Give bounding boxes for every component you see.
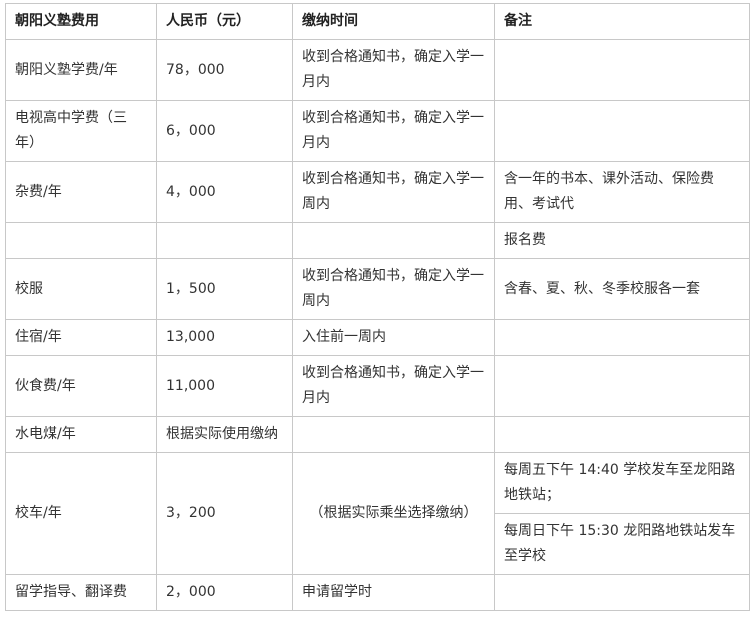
cell-payment-time — [292, 416, 495, 453]
header-cell-item: 朝阳义塾费用 — [5, 3, 157, 40]
fee-table: 朝阳义塾费用 人民币（元） 缴纳时间 备注 朝阳义塾学费/年 78，000 收到… — [5, 3, 750, 611]
cell-amount: 11,000 — [156, 355, 293, 417]
cell-item: 住宿/年 — [5, 319, 157, 356]
header-cell-notes: 备注 — [494, 3, 750, 40]
cell-item: 校服 — [5, 258, 157, 320]
cell-amount: 4，000 — [156, 161, 293, 223]
cell-notes — [494, 416, 750, 453]
cell-item: 留学指导、翻译费 — [5, 574, 157, 611]
cell-amount — [156, 222, 293, 259]
cell-item: 水电煤/年 — [5, 416, 157, 453]
cell-payment-time: 收到合格通知书，确定入学一月内 — [292, 100, 495, 162]
cell-amount: 1，500 — [156, 258, 293, 320]
cell-notes: 含春、夏、秋、冬季校服各一套 — [494, 258, 750, 320]
cell-item: 校车/年 — [5, 452, 157, 575]
cell-payment-time: 申请留学时 — [292, 574, 495, 611]
cell-notes — [494, 319, 750, 356]
table-row: 伙食费/年 11,000 收到合格通知书，确定入学一月内 — [5, 355, 750, 417]
table-row: 校服 1，500 收到合格通知书，确定入学一周内 含春、夏、秋、冬季校服各一套 — [5, 258, 750, 320]
cell-notes: 每周日下午 15:30 龙阳路地铁站发车至学校 — [494, 513, 750, 575]
table-row: 报名费 — [5, 222, 750, 259]
cell-notes: 含一年的书本、课外活动、保险费用、考试代 — [494, 161, 750, 223]
header-cell-payment-time: 缴纳时间 — [292, 3, 495, 40]
cell-item — [5, 222, 157, 259]
cell-notes — [494, 100, 750, 162]
cell-amount: 3，200 — [156, 452, 293, 575]
cell-amount: 6，000 — [156, 100, 293, 162]
table-row: 留学指导、翻译费 2，000 申请留学时 — [5, 574, 750, 611]
cell-amount: 根据实际使用缴纳 — [156, 416, 293, 453]
cell-payment-time: 入住前一周内 — [292, 319, 495, 356]
table-row: 水电煤/年 根据实际使用缴纳 — [5, 416, 750, 453]
header-row: 朝阳义塾费用 人民币（元） 缴纳时间 备注 — [5, 3, 750, 40]
cell-notes — [494, 574, 750, 611]
cell-notes: 每周五下午 14:40 学校发车至龙阳路地铁站； — [494, 452, 750, 514]
cell-payment-time: 收到合格通知书，确定入学一月内 — [292, 39, 495, 101]
table-row: 朝阳义塾学费/年 78，000 收到合格通知书，确定入学一月内 — [5, 39, 750, 101]
cell-item: 杂费/年 — [5, 161, 157, 223]
cell-item: 电视高中学费（三年） — [5, 100, 157, 162]
table-row: 住宿/年 13,000 入住前一周内 — [5, 319, 750, 356]
cell-amount: 13,000 — [156, 319, 293, 356]
table-row: 电视高中学费（三年） 6，000 收到合格通知书，确定入学一月内 — [5, 100, 750, 162]
header-cell-rmb: 人民币（元） — [156, 3, 293, 40]
cell-notes: 报名费 — [494, 222, 750, 259]
table-row: 校车/年 3，200 （根据实际乘坐选择缴纳） 每周五下午 14:40 学校发车… — [5, 452, 750, 575]
cell-item: 朝阳义塾学费/年 — [5, 39, 157, 101]
cell-amount: 2，000 — [156, 574, 293, 611]
cell-payment-time: 收到合格通知书，确定入学一月内 — [292, 355, 495, 417]
cell-payment-time: 收到合格通知书，确定入学一周内 — [292, 161, 495, 223]
cell-notes — [494, 39, 750, 101]
cell-item: 伙食费/年 — [5, 355, 157, 417]
cell-payment-time: （根据实际乘坐选择缴纳） — [292, 452, 495, 575]
cell-payment-time — [292, 222, 495, 259]
cell-notes — [494, 355, 750, 417]
cell-payment-time: 收到合格通知书，确定入学一周内 — [292, 258, 495, 320]
table-row: 杂费/年 4，000 收到合格通知书，确定入学一周内 含一年的书本、课外活动、保… — [5, 161, 750, 223]
cell-amount: 78，000 — [156, 39, 293, 101]
